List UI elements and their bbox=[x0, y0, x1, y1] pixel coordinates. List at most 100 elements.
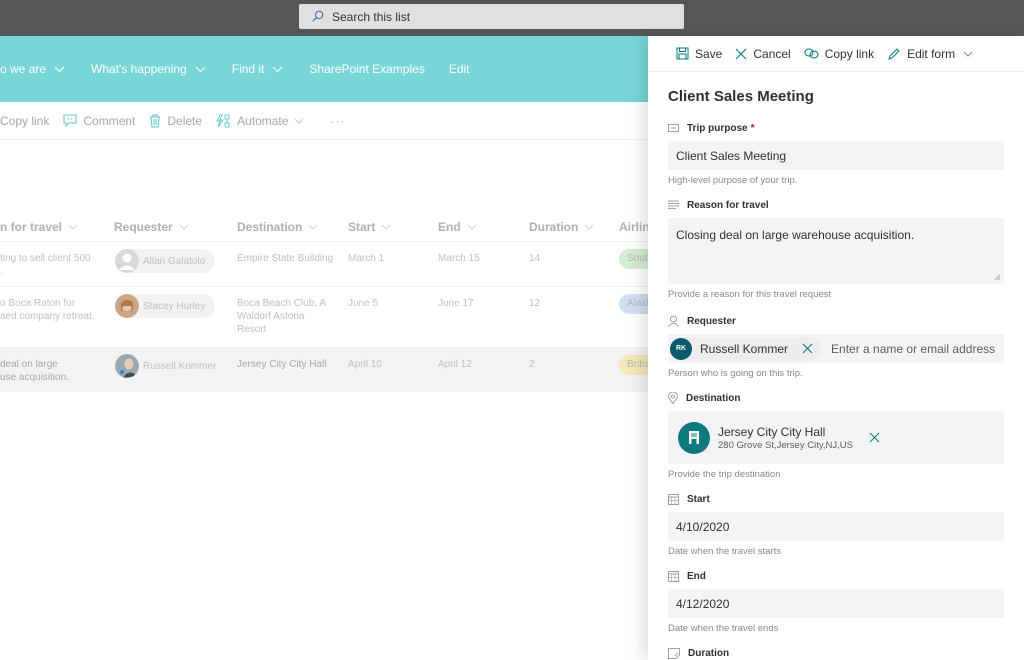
column-header-start[interactable]: Start bbox=[348, 220, 391, 234]
nav-label: What's happening bbox=[91, 62, 187, 76]
multiline-text-icon bbox=[668, 200, 679, 209]
reason-textarea[interactable]: Closing deal on large warehouse acquisit… bbox=[668, 218, 1004, 284]
label-text: Duration bbox=[688, 647, 730, 659]
nav-item-whats-happening[interactable]: What's happening bbox=[91, 62, 206, 76]
people-picker[interactable]: RK Russell Kommer Enter a name or email … bbox=[668, 334, 1004, 363]
trip-purpose-field: Trip purpose * Client Sales Meeting High-… bbox=[668, 121, 1004, 186]
reason-cell: deal on large use acquisition. bbox=[0, 358, 69, 384]
requester-name: Russell Kommer bbox=[143, 360, 217, 372]
nav-label: Find it bbox=[231, 62, 265, 76]
input-value: Client Sales Meeting bbox=[676, 148, 787, 163]
reason-cell: o Boca Raton for aed company retreat. bbox=[0, 297, 95, 323]
reason-line: deal on large bbox=[0, 359, 58, 370]
table-row-selected[interactable]: deal on large use acquisition. Russell Ko… bbox=[0, 348, 648, 392]
column-header-airline[interactable]: Airlin bbox=[619, 220, 648, 234]
duration-cell: 12 bbox=[529, 298, 541, 309]
automate-button[interactable]: Automate bbox=[216, 114, 310, 128]
help-text: Provide the trip destination bbox=[668, 469, 781, 480]
chevron-down-icon bbox=[54, 66, 65, 72]
people-search-placeholder[interactable]: Enter a name or email address bbox=[831, 342, 995, 356]
reason-line: ting to sell client 500 bbox=[0, 253, 91, 264]
table-row[interactable]: o Boca Raton for aed company retreat. Sta… bbox=[0, 287, 648, 348]
field-label: Reason for travel bbox=[668, 198, 1004, 212]
remove-destination-icon[interactable] bbox=[869, 432, 880, 443]
end-cell: March 15 bbox=[438, 253, 480, 264]
airline-pill: British bbox=[619, 355, 648, 375]
help-text: Date when the travel starts bbox=[668, 546, 781, 557]
field-label: Requester bbox=[668, 314, 1004, 328]
chevron-down-icon bbox=[179, 224, 189, 230]
save-label: Save bbox=[695, 46, 723, 61]
column-header-end[interactable]: End bbox=[438, 220, 477, 234]
nav-item-sharepoint-examples[interactable]: SharePoint Examples bbox=[309, 62, 424, 76]
destination-field: Destination Jersey City City Hall 280 Gr… bbox=[668, 391, 1004, 480]
column-header-duration[interactable]: Duration bbox=[529, 220, 594, 234]
persona-chip[interactable]: Stacey Hurley bbox=[115, 294, 216, 318]
comment-button[interactable]: Comment bbox=[63, 114, 135, 128]
nav-label: Edit bbox=[448, 62, 470, 76]
link-icon bbox=[804, 48, 819, 59]
field-label: Start bbox=[668, 492, 1004, 506]
destination-line: Waldorf Astoria bbox=[237, 311, 305, 322]
input-value: 4/12/2020 bbox=[676, 596, 730, 611]
automate-icon bbox=[216, 114, 230, 127]
delete-button[interactable]: Delete bbox=[149, 114, 202, 128]
calendar-icon bbox=[668, 493, 679, 505]
calendar-icon bbox=[668, 570, 679, 582]
column-label: Start bbox=[348, 219, 376, 234]
end-date-input[interactable]: 4/12/2020 bbox=[668, 589, 1004, 618]
copy-link-button[interactable]: Copy link bbox=[0, 114, 49, 128]
chevron-down-icon bbox=[584, 224, 594, 230]
chevron-down-icon bbox=[963, 51, 973, 57]
destination-line: Boca Beach Club, A bbox=[237, 298, 326, 309]
cancel-button[interactable]: Cancel bbox=[735, 47, 791, 61]
selected-person-chip[interactable]: RK Russell Kommer bbox=[670, 336, 822, 361]
persona-chip[interactable]: Allan Galatolo bbox=[115, 249, 216, 273]
text-field-icon bbox=[668, 124, 679, 132]
pencil-icon bbox=[888, 47, 900, 60]
column-header-reason[interactable]: n for travel bbox=[0, 220, 78, 234]
person-initials-avatar: RK bbox=[670, 337, 692, 360]
column-header-requester[interactable]: Requester bbox=[114, 220, 189, 234]
destination-line: Jersey City City Hall bbox=[237, 359, 327, 370]
end-cell: April 12 bbox=[438, 359, 472, 370]
destination-cell: Jersey City City Hall bbox=[237, 358, 326, 371]
avatar bbox=[115, 249, 139, 273]
column-header-destination[interactable]: Destination bbox=[237, 220, 318, 234]
reason-line: . bbox=[0, 266, 3, 277]
label-text: End bbox=[687, 570, 706, 582]
edit-item-panel: Save Cancel Copy link Edit form Client S… bbox=[648, 36, 1024, 660]
end-field: End 4/12/2020 Date when the travel ends bbox=[668, 569, 1004, 634]
search-box[interactable]: Search this list bbox=[299, 4, 684, 29]
start-cell: March 1 bbox=[348, 253, 385, 264]
list-table: n for travel Requester Destination Start… bbox=[0, 212, 648, 392]
reason-line: use acquisition. bbox=[0, 372, 69, 383]
table-row[interactable]: ting to sell client 500. Allan Galatolo … bbox=[0, 242, 648, 287]
field-label: Destination bbox=[668, 391, 1004, 405]
trip-purpose-input[interactable]: Client Sales Meeting bbox=[668, 141, 1004, 170]
table-header: n for travel Requester Destination Start… bbox=[0, 212, 648, 242]
panel-title: Client Sales Meeting bbox=[668, 88, 814, 105]
destination-cell: Empire State Building bbox=[237, 252, 333, 265]
destination-location-card[interactable]: Jersey City City Hall 280 Grove St,Jerse… bbox=[668, 411, 1004, 464]
resize-handle-icon[interactable] bbox=[994, 274, 1001, 281]
airline-pill: Alaska bbox=[619, 294, 648, 314]
edit-form-button[interactable]: Edit form bbox=[887, 47, 979, 61]
start-date-input[interactable]: 4/10/2020 bbox=[668, 512, 1004, 541]
copy-link-button[interactable]: Copy link bbox=[804, 47, 874, 61]
comment-label: Comment bbox=[83, 113, 136, 128]
trash-icon bbox=[150, 114, 161, 127]
delete-label: Delete bbox=[167, 113, 203, 128]
requester-name: Allan Galatolo bbox=[143, 255, 206, 267]
remove-person-icon[interactable] bbox=[802, 343, 813, 354]
field-label: End bbox=[668, 569, 1004, 583]
persona-chip[interactable]: Russell Kommer bbox=[115, 354, 226, 378]
nav-item-edit[interactable]: Edit bbox=[449, 62, 470, 76]
nav-item-find-it[interactable]: Find it bbox=[232, 62, 284, 76]
close-icon bbox=[736, 48, 747, 59]
chevron-down-icon bbox=[381, 224, 391, 230]
nav-item-who-we-are[interactable]: o we are bbox=[0, 62, 65, 76]
save-button[interactable]: Save bbox=[676, 47, 722, 61]
more-options-button[interactable]: ··· bbox=[330, 114, 345, 128]
help-text: Date when the travel ends bbox=[668, 623, 779, 634]
